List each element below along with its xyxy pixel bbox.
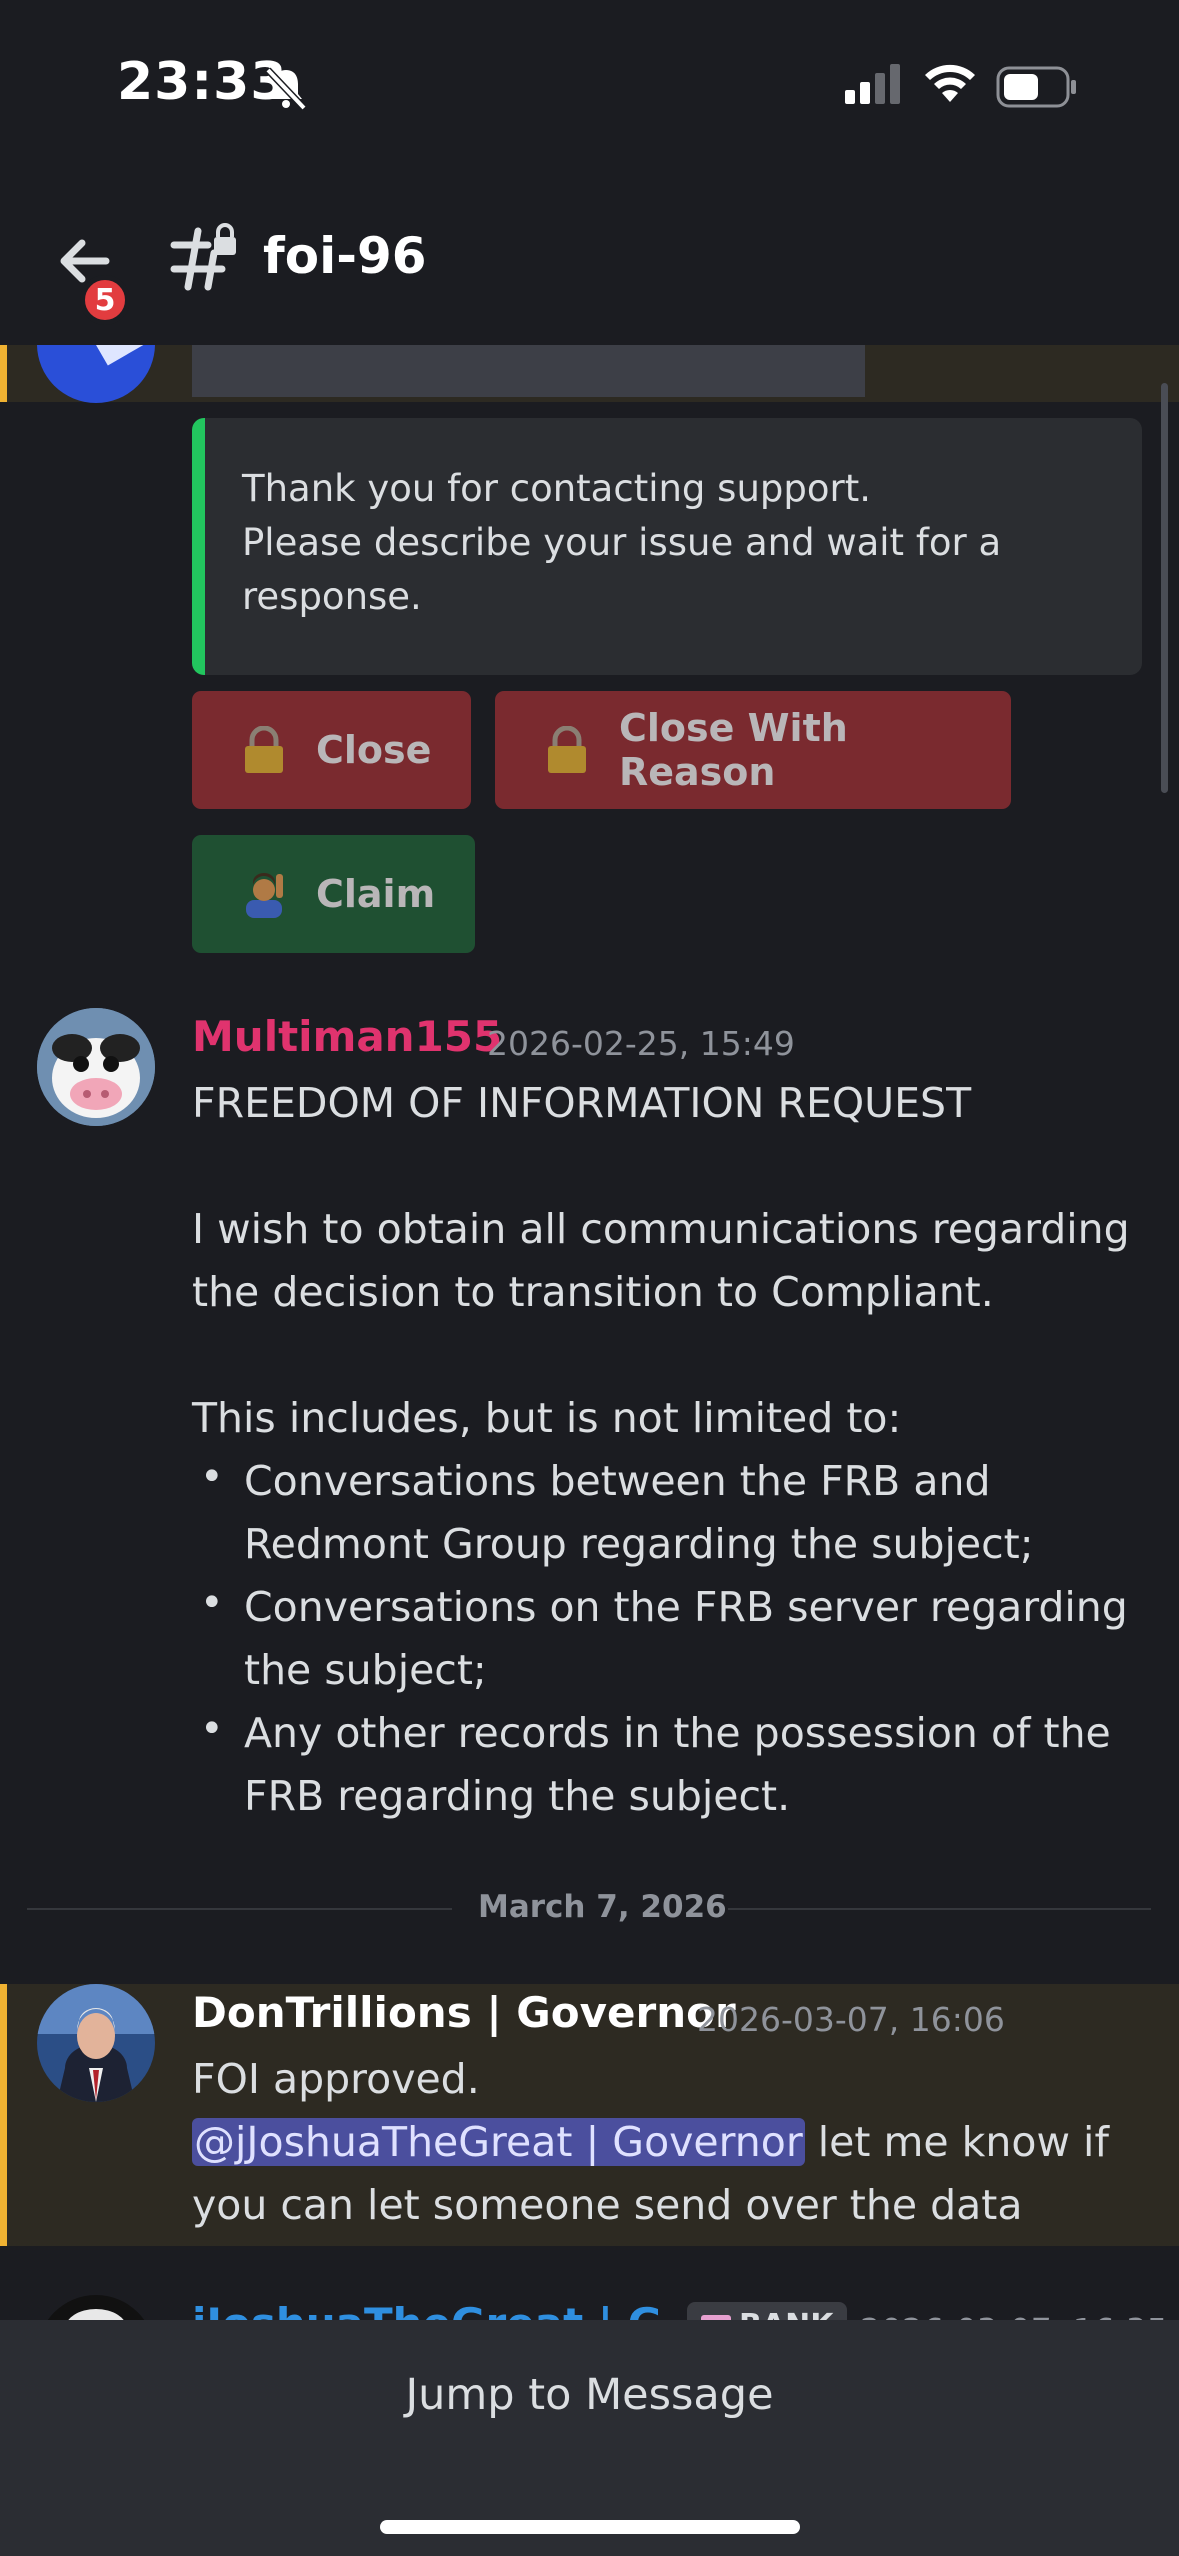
- list-item-line: Any other records in the possession of t…: [244, 1709, 1111, 1757]
- highlighted-message: [0, 345, 1179, 403]
- message-text-line: This includes, but is not limited to:: [192, 1394, 902, 1442]
- locked-text-channel-icon: [170, 223, 236, 291]
- bullet-point: •: [200, 1454, 224, 1500]
- embed-text: Thank you for contacting support. Please…: [242, 467, 1002, 618]
- message-text-line: @jJoshuaTheGreat | Governor let me know …: [192, 2111, 1109, 2173]
- wifi-icon: [925, 64, 975, 102]
- status-bar: 23:33: [0, 0, 1179, 175]
- username[interactable]: jJoshuaTheGreat | G: [192, 2299, 662, 2320]
- message-text: let me know if: [804, 2118, 1109, 2166]
- highlight-bar: [0, 345, 7, 402]
- claim-button[interactable]: Claim: [192, 835, 475, 953]
- date-divider: March 7, 2026: [478, 1889, 727, 1925]
- close-button[interactable]: Close: [192, 691, 471, 809]
- embed-card: Thank you for contacting support. Please…: [192, 418, 1142, 675]
- bell-muted-icon: [265, 67, 307, 111]
- channel-header: 5 foi-96: [0, 175, 1179, 345]
- governor-avatar-icon: [37, 1984, 155, 2102]
- list-item-line: Conversations on the FRB server regardin…: [244, 1583, 1128, 1631]
- list-item-line: Conversations between the FRB and: [244, 1457, 991, 1505]
- redacted-content-bar: [192, 345, 865, 397]
- message-text-line: the decision to transition to Compliant.: [192, 1268, 994, 1316]
- unread-badge: 5: [80, 275, 130, 325]
- message-text-line: FOI approved.: [192, 2055, 480, 2103]
- lock-icon: [548, 726, 586, 773]
- bullet-point: •: [200, 1706, 224, 1752]
- scrollbar[interactable]: [1161, 383, 1168, 793]
- message-text-line: FREEDOM OF INFORMATION REQUEST: [192, 1079, 972, 1127]
- battery-icon: [996, 66, 1076, 108]
- close-button-label: Close: [316, 728, 432, 772]
- claim-button-label: Claim: [316, 872, 436, 916]
- user-mention[interactable]: @jJoshuaTheGreat | Governor: [192, 2118, 805, 2166]
- message-text-line: I wish to obtain all communications rega…: [192, 1205, 1130, 1253]
- close-with-reason-button[interactable]: Close With Reason: [495, 691, 1011, 809]
- list-item-line: Redmont Group regarding the subject;: [244, 1520, 1034, 1568]
- timestamp: 2026-03-07, 16:35: [860, 2311, 1168, 2320]
- highlight-bar: [0, 1984, 7, 2246]
- jump-to-message-button[interactable]: Jump to Message: [0, 2370, 1179, 2420]
- avatar-image: [65, 2309, 127, 2320]
- timestamp: 2026-02-25, 15:49: [487, 1024, 795, 1063]
- cow-avatar-icon: [37, 1008, 155, 1126]
- role-tag-label: BANK: [739, 2308, 833, 2321]
- message-list[interactable]: Thank you for contacting support. Please…: [0, 345, 1179, 2320]
- close-with-reason-button-label: Close With Reason: [619, 706, 848, 794]
- avatar[interactable]: [37, 1008, 155, 1126]
- avatar[interactable]: [37, 2295, 155, 2320]
- message-text-line: you can let someone send over the data: [192, 2181, 1023, 2229]
- channel-name: foi-96: [263, 227, 427, 285]
- username[interactable]: DonTrillions | Governor: [192, 1988, 736, 2037]
- home-indicator: [380, 2520, 800, 2534]
- role-tag: BANK: [687, 2302, 848, 2321]
- list-item-line: FRB regarding the subject.: [244, 1772, 791, 1820]
- bullet-point: •: [200, 1580, 224, 1626]
- date-divider-line: [27, 1908, 452, 1910]
- person-raising-hand-icon: [246, 873, 283, 918]
- cellular-signal-icon: [845, 64, 900, 104]
- username[interactable]: Multiman155: [192, 1012, 502, 1061]
- date-divider-line: [728, 1908, 1151, 1910]
- avatar: [37, 345, 155, 403]
- timestamp: 2026-03-07, 16:06: [697, 2000, 1005, 2039]
- avatar[interactable]: [37, 1984, 155, 2102]
- list-item-line: the subject;: [244, 1646, 487, 1694]
- jump-to-message-panel: Jump to Message: [0, 2320, 1179, 2556]
- lock-icon: [245, 726, 283, 773]
